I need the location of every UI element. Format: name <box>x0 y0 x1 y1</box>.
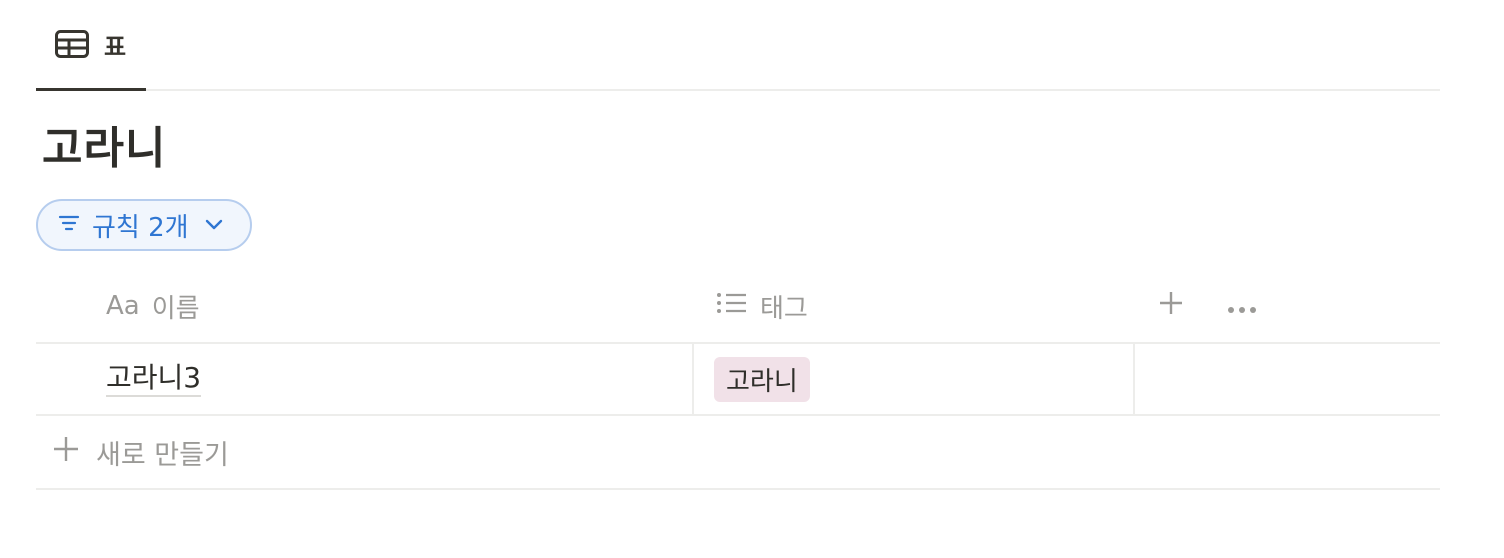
tag-cell[interactable]: 고라니 <box>694 344 1135 414</box>
plus-icon <box>52 435 80 470</box>
new-row-label: 새로 만들기 <box>96 439 229 471</box>
tag-chip[interactable]: 고라니 <box>714 356 810 402</box>
chevron-down-icon <box>205 219 223 231</box>
text-property-icon: Aa <box>106 291 140 321</box>
plus-icon <box>1158 290 1184 323</box>
column-header-tag[interactable]: 태그 <box>716 270 808 342</box>
database-table: Aa 이름 태그 고라니3 고라니 새로 만들기 <box>36 270 1440 490</box>
table-row: 고라니3 고라니 <box>36 344 1440 416</box>
tab-label: 표 <box>104 32 127 61</box>
new-row-button[interactable]: 새로 만들기 <box>36 416 1440 490</box>
list-property-icon <box>716 291 748 322</box>
table-icon <box>54 28 90 60</box>
column-label: 이름 <box>151 293 200 324</box>
more-horizontal-icon <box>1227 291 1257 321</box>
table-more-button[interactable] <box>1226 270 1258 342</box>
filter-label: 규칙 2개 <box>92 212 189 243</box>
column-header-name[interactable]: Aa 이름 <box>106 270 200 342</box>
table-header: Aa 이름 태그 <box>36 270 1440 344</box>
page: 표 고라니 규칙 2개 Aa 이름 태그 고라니3 고라니 새로 만들기 <box>0 0 1504 558</box>
column-label: 태그 <box>760 293 808 324</box>
database-title[interactable]: 고라니 <box>42 112 166 176</box>
view-tab-bar: 표 <box>36 0 1440 91</box>
filter-rules-button[interactable]: 규칙 2개 <box>36 199 252 251</box>
name-cell[interactable]: 고라니3 <box>36 344 694 414</box>
row-name[interactable]: 고라니3 <box>106 361 202 397</box>
filter-lines-icon <box>58 214 80 236</box>
tab-table-view[interactable]: 표 <box>36 0 146 91</box>
empty-cell[interactable] <box>1135 344 1440 414</box>
add-column-button[interactable] <box>1156 270 1186 342</box>
